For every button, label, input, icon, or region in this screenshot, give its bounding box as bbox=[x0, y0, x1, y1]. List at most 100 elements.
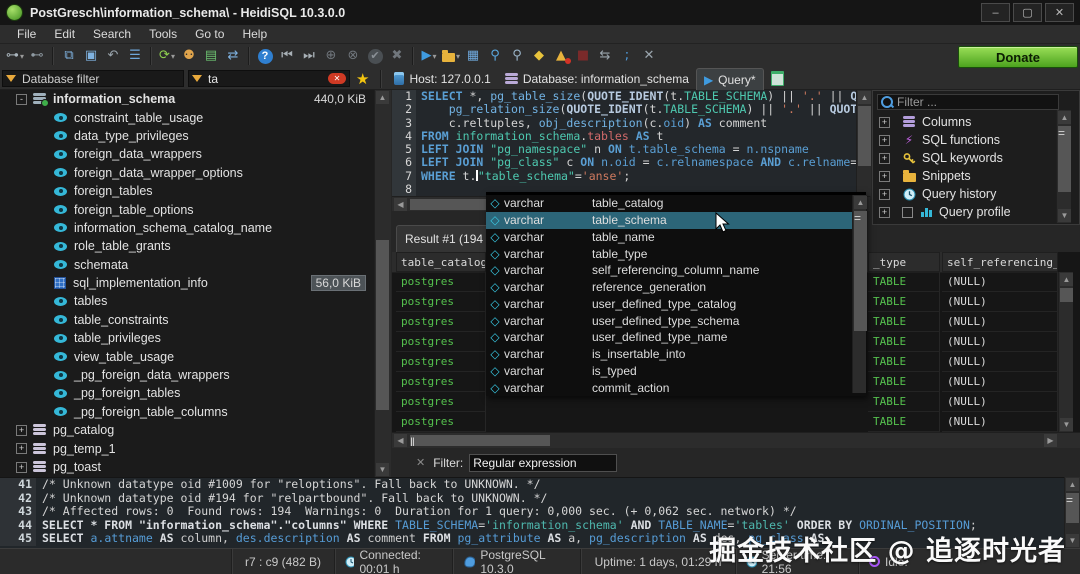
autocomplete-item-table_type[interactable]: ◇varchartable_type bbox=[486, 245, 866, 262]
go-last-icon[interactable]: ⏭ bbox=[299, 46, 319, 66]
autocomplete-item-commit_action[interactable]: ◇varcharcommit_action bbox=[486, 379, 866, 396]
autocomplete-item-is_insertable_into[interactable]: ◇varcharis_insertable_into bbox=[486, 346, 866, 363]
clear-grid-filter-icon[interactable]: ✕ bbox=[416, 456, 425, 469]
grid-cell[interactable]: postgres bbox=[396, 272, 486, 292]
grid-cell[interactable]: TABLE bbox=[868, 352, 940, 372]
tree-item-tables[interactable]: tables bbox=[0, 292, 388, 310]
grid-cell[interactable]: postgres bbox=[396, 352, 486, 372]
tree-item-pg_catalog[interactable]: +pg_catalog bbox=[0, 421, 388, 439]
tree-item-schemata[interactable]: schemata bbox=[0, 256, 388, 274]
find-icon[interactable]: ⚲ bbox=[485, 46, 505, 66]
autocomplete-item-is_typed[interactable]: ◇varcharis_typed bbox=[486, 363, 866, 380]
bind-params-icon[interactable]: ⇆ bbox=[595, 46, 615, 66]
donate-button[interactable]: Donate bbox=[958, 46, 1078, 68]
tree-item-information_schema[interactable]: -information_schema440,0 KiB bbox=[0, 90, 388, 108]
autocomplete-item-reference_generation[interactable]: ◇varcharreference_generation bbox=[486, 279, 866, 296]
expand-icon[interactable]: + bbox=[879, 171, 890, 182]
expand-icon[interactable]: + bbox=[16, 443, 27, 454]
grid-cell[interactable]: (NULL) bbox=[942, 332, 1058, 352]
grid-cell[interactable]: TABLE bbox=[868, 332, 940, 352]
tab-database[interactable]: Database: information_schema bbox=[498, 68, 696, 90]
grid-cell[interactable]: TABLE bbox=[868, 412, 940, 432]
autocomplete-item-table_schema[interactable]: ◇varchartable_schema bbox=[486, 212, 866, 229]
semicolon-icon[interactable]: ; bbox=[617, 46, 637, 66]
grid-cell[interactable]: TABLE bbox=[868, 272, 940, 292]
autocomplete-item-table_name[interactable]: ◇varchartable_name bbox=[486, 229, 866, 246]
copy-icon[interactable]: ⧉ bbox=[59, 46, 79, 66]
tree-item-table_constraints[interactable]: table_constraints bbox=[0, 311, 388, 329]
expand-icon[interactable]: + bbox=[879, 189, 890, 200]
tree-item-sql_implementation_info[interactable]: sql_implementation_info56,0 KiB bbox=[0, 274, 388, 292]
helper-item-query-profile[interactable]: +Query profile bbox=[875, 203, 1061, 221]
table-filter-box[interactable]: ✕ bbox=[188, 70, 350, 87]
menu-file[interactable]: File bbox=[8, 27, 45, 41]
helper-item-snippets[interactable]: +Snippets bbox=[875, 167, 1061, 185]
menu-search[interactable]: Search bbox=[84, 27, 140, 41]
helper-item-query-history[interactable]: +Query history bbox=[875, 185, 1061, 203]
run-query-icon[interactable]: ▶▾ bbox=[419, 46, 439, 66]
expand-icon[interactable]: + bbox=[16, 462, 27, 473]
export-report-icon[interactable]: ▤ bbox=[201, 46, 221, 66]
grid-cell[interactable]: postgres bbox=[396, 312, 486, 332]
grid-cell[interactable]: (NULL) bbox=[942, 372, 1058, 392]
editor-vscrollbar[interactable]: ▲ bbox=[856, 90, 871, 196]
autocomplete-item-user_defined_type_schema[interactable]: ◇varcharuser_defined_type_schema bbox=[486, 312, 866, 329]
tree-item-foreign_data_wrapper_options[interactable]: foreign_data_wrapper_options bbox=[0, 164, 388, 182]
grid-cell[interactable]: (NULL) bbox=[942, 312, 1058, 332]
paste-icon[interactable]: ▣ bbox=[81, 46, 101, 66]
new-query-tab-button[interactable] bbox=[764, 68, 791, 90]
column-header-table-catalog[interactable]: table_catalog bbox=[396, 252, 486, 272]
grid-cell[interactable]: TABLE bbox=[868, 372, 940, 392]
undo-icon[interactable]: ↶ bbox=[103, 46, 123, 66]
expand-icon[interactable]: + bbox=[16, 425, 27, 436]
tree-item-role_table_grants[interactable]: role_table_grants bbox=[0, 237, 388, 255]
replace-icon[interactable]: ⚲ bbox=[507, 46, 527, 66]
tree-item-table_privileges[interactable]: table_privileges bbox=[0, 329, 388, 347]
tree-item-foreign_tables[interactable]: foreign_tables bbox=[0, 182, 388, 200]
add-row-icon[interactable]: ⊕ bbox=[321, 46, 341, 66]
grid-cell[interactable]: TABLE bbox=[868, 392, 940, 412]
expand-icon[interactable]: + bbox=[879, 153, 890, 164]
menu-help[interactable]: Help bbox=[233, 27, 276, 41]
tree-scrollbar[interactable]: ▲ ▼ bbox=[374, 90, 391, 477]
connect-icon[interactable]: ⊶▾ bbox=[5, 46, 25, 66]
helper-item-columns[interactable]: +Columns bbox=[875, 113, 1061, 131]
helper-item-sql-keywords[interactable]: +SQL keywords bbox=[875, 149, 1061, 167]
helper-item-sql-functions[interactable]: +⚡SQL functions bbox=[875, 131, 1061, 149]
grid-cell[interactable]: postgres bbox=[396, 292, 486, 312]
tree-item-_pg_foreign_data_wrappers[interactable]: _pg_foreign_data_wrappers bbox=[0, 366, 388, 384]
sql-editor[interactable]: 1SELECT *, pg_table_size(QUOTE_IDENT(t.T… bbox=[392, 90, 870, 196]
tab-query[interactable]: ▶ Query* bbox=[696, 68, 764, 90]
favorites-star-icon[interactable]: ★ bbox=[356, 70, 369, 88]
grid-cell[interactable]: postgres bbox=[396, 392, 486, 412]
table-filter-input[interactable] bbox=[206, 71, 346, 87]
grid-cell[interactable]: TABLE bbox=[868, 312, 940, 332]
collapse-icon[interactable]: - bbox=[16, 94, 27, 105]
column-header-table-type[interactable]: _type bbox=[868, 252, 940, 272]
tree-item-constraint_table_usage[interactable]: constraint_table_usage bbox=[0, 108, 388, 126]
tree-item-_pg_foreign_tables[interactable]: _pg_foreign_tables bbox=[0, 384, 388, 402]
tree-item-foreign_table_options[interactable]: foreign_table_options bbox=[0, 200, 388, 218]
autocomplete-item-user_defined_type_name[interactable]: ◇varcharuser_defined_type_name bbox=[486, 329, 866, 346]
menu-edit[interactable]: Edit bbox=[45, 27, 84, 41]
delete-row-icon[interactable]: ⊗ bbox=[343, 46, 363, 66]
close-query-icon[interactable]: ✕ bbox=[639, 46, 659, 66]
go-first-icon[interactable]: ⏮ bbox=[277, 46, 297, 66]
tree-item-pg_temp_1[interactable]: +pg_temp_1 bbox=[0, 439, 388, 457]
help-icon[interactable]: ? bbox=[255, 46, 275, 66]
tree-item-_pg_foreign_table_columns[interactable]: _pg_foreign_table_columns bbox=[0, 403, 388, 421]
tree-item-data_type_privileges[interactable]: data_type_privileges bbox=[0, 127, 388, 145]
export-sql-icon[interactable]: ☰ bbox=[125, 46, 145, 66]
maximize-icon[interactable]: ▢ bbox=[1013, 3, 1042, 22]
clear-filter-icon[interactable]: ✕ bbox=[328, 73, 346, 84]
grid-hscrollbar[interactable]: ◀ ‖ ▶ bbox=[392, 432, 1080, 449]
tree-item-pg_toast[interactable]: +pg_toast bbox=[0, 458, 388, 476]
grid-cell[interactable]: postgres bbox=[396, 412, 486, 432]
save-icon[interactable]: ▦ bbox=[463, 46, 483, 66]
database-filter-box[interactable] bbox=[2, 70, 184, 87]
autocomplete-item-self_referencing_column_name[interactable]: ◇varcharself_referencing_column_name bbox=[486, 262, 866, 279]
grid-cell[interactable]: (NULL) bbox=[942, 272, 1058, 292]
autocomplete-item-table_catalog[interactable]: ◇varchartable_catalog bbox=[486, 195, 866, 212]
grid-cell[interactable]: postgres bbox=[396, 372, 486, 392]
tab-host[interactable]: Host: 127.0.0.1 bbox=[387, 68, 497, 90]
